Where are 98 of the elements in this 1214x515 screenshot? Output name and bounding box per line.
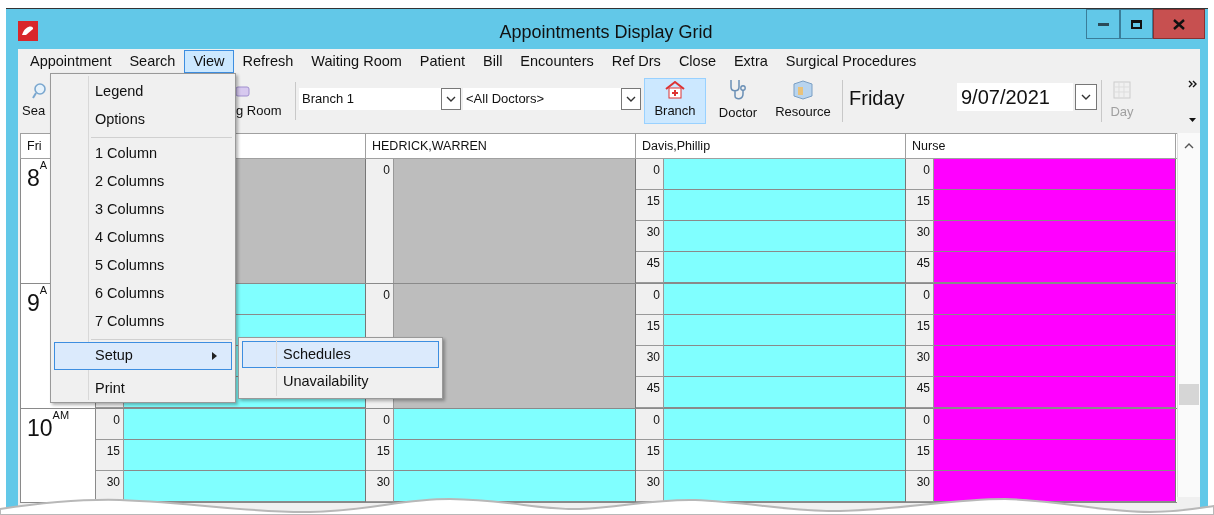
minute-cell: 30 — [906, 471, 933, 502]
time-slot[interactable] — [664, 471, 905, 502]
minute-cell: 15 — [636, 440, 663, 471]
menu-item[interactable]: Refresh — [233, 50, 303, 73]
time-slot[interactable] — [664, 315, 905, 346]
minute-cell: 0 — [636, 159, 663, 190]
house-icon — [665, 81, 685, 100]
time-slot[interactable] — [124, 409, 365, 440]
calendar-grid-icon — [1113, 80, 1131, 99]
minute-cell: 30 — [636, 221, 663, 252]
dropdown-button[interactable] — [1075, 84, 1097, 110]
column-header: Nurse — [906, 134, 1176, 158]
menu-item[interactable]: Patient — [410, 50, 474, 73]
minute-cell: 45 — [636, 377, 663, 408]
time-slot[interactable] — [664, 190, 905, 221]
menu-item[interactable]: Bill — [474, 50, 512, 73]
minute-cell: 0 — [366, 159, 394, 283]
time-slot[interactable] — [664, 284, 905, 315]
minute-cell: 15 — [96, 440, 123, 471]
time-slot[interactable] — [394, 471, 635, 502]
doctor-select[interactable]: <All Doctors> — [463, 88, 621, 110]
time-slot[interactable] — [664, 221, 905, 252]
minute-cell: 15 — [366, 440, 393, 471]
minute-cell: 15 — [636, 190, 663, 221]
menu-item[interactable]: Encounters — [511, 50, 603, 73]
app-logo-icon — [18, 21, 38, 41]
time-slot[interactable] — [934, 471, 1175, 502]
close-icon — [1173, 18, 1185, 30]
time-slot[interactable] — [664, 440, 905, 471]
minute-cell: 0 — [366, 409, 393, 440]
button-label: g Room — [236, 101, 282, 120]
column-header: Davis,Phillip — [636, 134, 906, 158]
time-slot[interactable] — [124, 471, 365, 502]
time-slot[interactable] — [664, 377, 905, 408]
minute-cell: 45 — [906, 252, 933, 283]
close-button[interactable] — [1153, 9, 1205, 39]
date-field[interactable]: 9/07/2021 — [957, 83, 1073, 111]
doctor-button[interactable]: Doctor — [708, 78, 768, 124]
stethoscope-icon — [728, 79, 748, 102]
submenu-arrow-icon — [212, 352, 217, 360]
scrollbar-thumb[interactable] — [1179, 384, 1199, 405]
menu-item[interactable]: Search — [120, 50, 185, 73]
chevron-down-icon — [626, 96, 636, 102]
minute-cell: 15 — [906, 190, 933, 221]
magnifier-icon — [32, 82, 46, 99]
minute-cell: 30 — [366, 471, 393, 502]
menu-item[interactable]: Close — [669, 50, 725, 73]
dropdown-button[interactable] — [441, 88, 461, 110]
time-slot[interactable] — [664, 409, 905, 440]
column-header: HEDRICK,WARREN — [366, 134, 636, 158]
minute-cell: 45 — [906, 377, 933, 408]
menu-item[interactable]: Schedules — [242, 341, 439, 368]
minute-cell: 30 — [636, 346, 663, 377]
time-slot[interactable] — [394, 409, 635, 440]
menu-item[interactable]: Extra — [724, 50, 777, 73]
minute-cell: 45 — [636, 252, 663, 283]
minute-cell: 0 — [96, 409, 123, 440]
minute-cell: 15 — [636, 315, 663, 346]
minute-cell: 30 — [636, 471, 663, 502]
branch-button[interactable]: Branch — [644, 78, 706, 124]
minimize-button[interactable] — [1086, 9, 1120, 39]
resource-button[interactable]: Resource — [770, 78, 836, 124]
menu-item[interactable]: Ref Drs — [602, 50, 670, 73]
chevron-down-icon — [446, 96, 456, 102]
minute-cell: 0 — [906, 284, 933, 315]
minute-cell: 15 — [906, 315, 933, 346]
menu-item[interactable]: Legend — [54, 78, 232, 106]
window-title: Appointments Display Grid — [498, 21, 714, 44]
minute-cell: 0 — [906, 409, 933, 440]
button-label: Sea — [22, 101, 46, 120]
day-label: Friday — [849, 86, 906, 111]
room-icon — [792, 80, 814, 101]
menu-item[interactable]: Options — [54, 106, 232, 134]
waiting-room-button[interactable]: g Room — [236, 74, 292, 128]
scrollbar[interactable] — [1177, 133, 1200, 497]
time-slot[interactable] — [394, 440, 635, 471]
branch-select[interactable]: Branch 1 — [299, 88, 441, 110]
time-slot[interactable] — [124, 440, 365, 471]
minute-cell: 0 — [906, 159, 933, 190]
minute-cell: 30 — [906, 221, 933, 252]
dropdown-arrow-icon[interactable] — [1188, 118, 1196, 122]
time-slot[interactable] — [664, 346, 905, 377]
menu-item[interactable]: Setup — [54, 342, 232, 370]
dropdown-button[interactable] — [621, 88, 641, 110]
time-slot[interactable] — [664, 159, 905, 190]
scroll-up-icon[interactable] — [1184, 143, 1194, 149]
overflow-chevron-icon[interactable] — [1187, 80, 1197, 88]
minute-cell: 0 — [636, 409, 663, 440]
time-slot[interactable] — [664, 252, 905, 283]
minute-cell: 15 — [906, 440, 933, 471]
search-button[interactable]: Sea — [22, 74, 54, 128]
menu-item[interactable]: View — [184, 50, 234, 73]
menu-item[interactable]: Appointment — [21, 50, 121, 73]
menu-item[interactable]: Waiting Room — [302, 50, 411, 73]
minute-cell: 30 — [906, 346, 933, 377]
chevron-down-icon — [1081, 94, 1091, 100]
menu-item[interactable]: Surgical Procedures — [776, 50, 926, 73]
minute-cell: 0 — [636, 284, 663, 315]
